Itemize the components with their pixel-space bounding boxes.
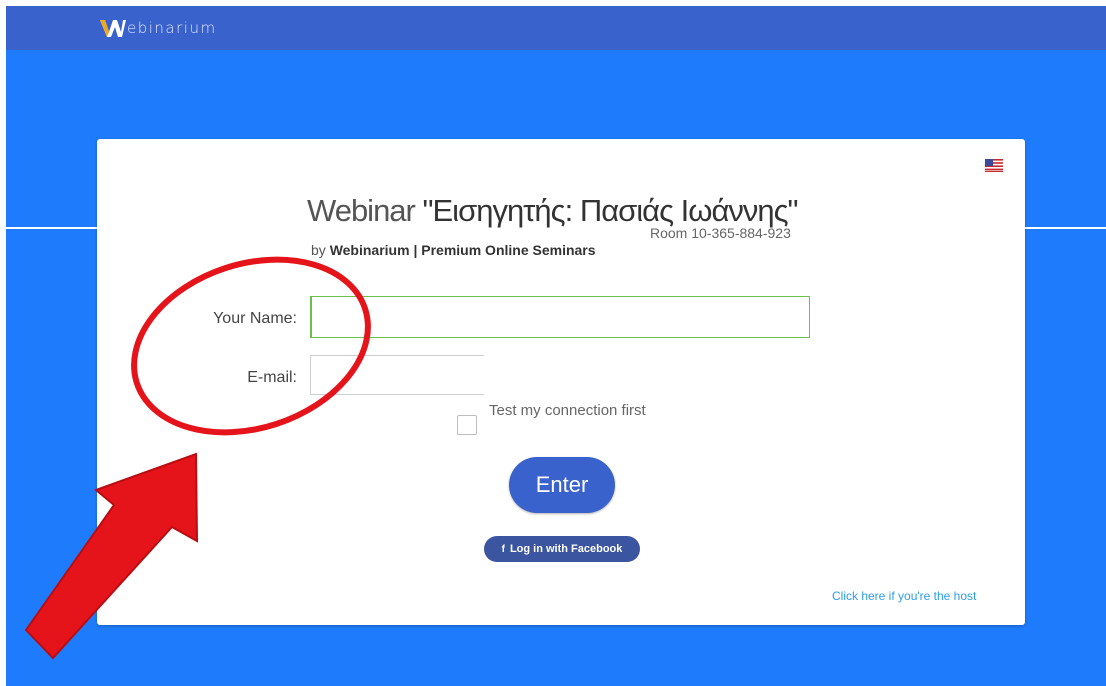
page-frame: ebinarium Webinar "Εισηγητής: Πασιάς Ιωά… — [6, 6, 1106, 686]
red-arrow-annotation — [24, 452, 199, 660]
red-circle-annotation — [131, 256, 371, 436]
annotation-overlay — [24, 256, 371, 660]
